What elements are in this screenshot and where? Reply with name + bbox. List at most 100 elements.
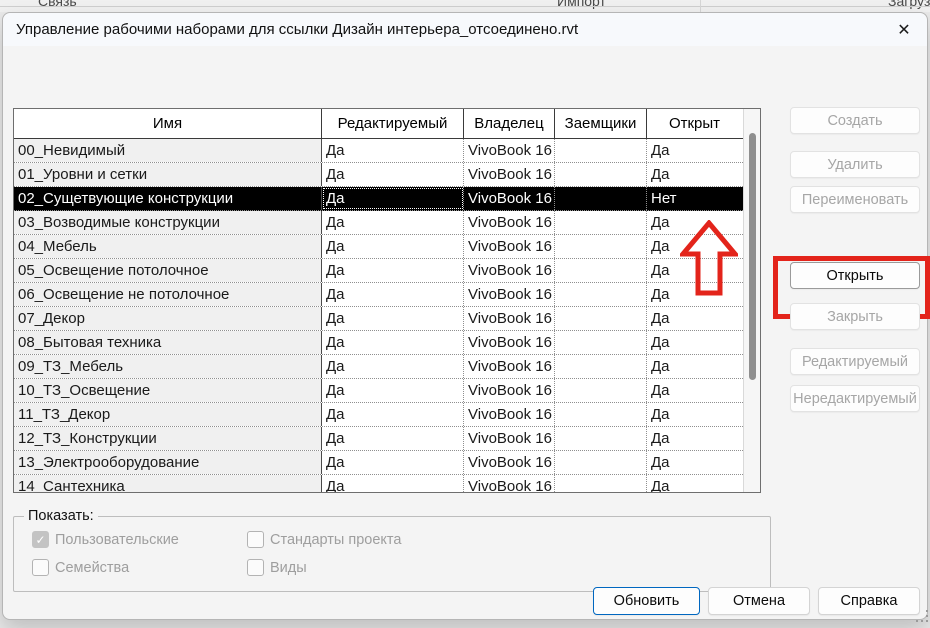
table-row[interactable]: 11_ТЗ_Декор Да VivoBook 16 Да bbox=[14, 403, 743, 427]
cell-editable[interactable]: Да bbox=[322, 259, 464, 282]
cell-editable[interactable]: Да bbox=[322, 403, 464, 426]
cell-name[interactable]: 11_ТЗ_Декор bbox=[14, 403, 322, 426]
column-header[interactable]: Заемщики bbox=[555, 109, 647, 138]
checkbox-standards-box[interactable] bbox=[247, 531, 264, 548]
checkbox-views[interactable]: Виды bbox=[247, 559, 307, 576]
cell-open[interactable]: Да bbox=[647, 331, 742, 354]
cell-borrowers[interactable] bbox=[555, 211, 647, 234]
cell-name[interactable]: 03_Возводимые конструкции bbox=[14, 211, 322, 234]
table-row[interactable]: 12_ТЗ_Конструкции Да VivoBook 16 Да bbox=[14, 427, 743, 451]
cell-open[interactable]: Да bbox=[647, 355, 742, 378]
cell-borrowers[interactable] bbox=[555, 379, 647, 402]
cell-editable[interactable]: Да bbox=[322, 379, 464, 402]
column-header[interactable]: Редактируемый bbox=[322, 109, 464, 138]
cell-editable[interactable]: Да bbox=[322, 163, 464, 186]
cell-open[interactable]: Да bbox=[647, 163, 742, 186]
cell-name[interactable]: 13_Электрооборудование bbox=[14, 451, 322, 474]
cell-owner[interactable]: VivoBook 16 bbox=[464, 139, 555, 162]
cell-name[interactable]: 01_Уровни и сетки bbox=[14, 163, 322, 186]
cell-owner[interactable]: VivoBook 16 bbox=[464, 427, 555, 450]
cell-owner[interactable]: VivoBook 16 bbox=[464, 235, 555, 258]
cell-owner[interactable]: VivoBook 16 bbox=[464, 475, 555, 492]
cell-name[interactable]: 02_Сущетвующие конструкции bbox=[14, 187, 322, 210]
checkbox-user-box[interactable]: ✓ bbox=[32, 531, 49, 548]
cell-name[interactable]: 14_Сантехника bbox=[14, 475, 322, 492]
close-icon[interactable]: ✕ bbox=[887, 15, 921, 45]
cell-owner[interactable]: VivoBook 16 bbox=[464, 331, 555, 354]
cell-open[interactable]: Да bbox=[647, 427, 742, 450]
table-row[interactable]: 01_Уровни и сетки Да VivoBook 16 Да bbox=[14, 163, 743, 187]
cell-name[interactable]: 00_Невидимый bbox=[14, 139, 322, 162]
table-row[interactable]: 02_Сущетвующие конструкции Да VivoBook 16 Н… bbox=[14, 187, 743, 211]
resize-grip[interactable] bbox=[916, 610, 929, 623]
checkbox-user[interactable]: ✓ Пользовательские bbox=[32, 531, 179, 548]
rename-button[interactable]: Переименовать bbox=[790, 186, 920, 213]
scrollbar-thumb[interactable] bbox=[749, 133, 756, 380]
cell-name[interactable]: 04_Мебель bbox=[14, 235, 322, 258]
table-scrollbar[interactable] bbox=[743, 109, 760, 492]
table-row[interactable]: 07_Декор Да VivoBook 16 Да bbox=[14, 307, 743, 331]
cell-editable[interactable]: Да bbox=[322, 139, 464, 162]
cell-owner[interactable]: VivoBook 16 bbox=[464, 403, 555, 426]
cell-owner[interactable]: VivoBook 16 bbox=[464, 259, 555, 282]
cell-owner[interactable]: VivoBook 16 bbox=[464, 307, 555, 330]
cell-open[interactable]: Да bbox=[647, 379, 742, 402]
cell-editable[interactable]: Да bbox=[322, 307, 464, 330]
column-header[interactable]: Открыт bbox=[647, 109, 742, 138]
cell-editable[interactable]: Да bbox=[322, 187, 464, 210]
create-button[interactable]: Создать bbox=[790, 107, 920, 134]
cell-name[interactable]: 08_Бытовая техника bbox=[14, 331, 322, 354]
table-row[interactable]: 03_Возводимые конструкции Да VivoBook 16 Да bbox=[14, 211, 743, 235]
cell-borrowers[interactable] bbox=[555, 187, 647, 210]
cell-owner[interactable]: VivoBook 16 bbox=[464, 163, 555, 186]
cell-name[interactable]: 10_ТЗ_Освещение bbox=[14, 379, 322, 402]
cell-name[interactable]: 06_Освещение не потолочное bbox=[14, 283, 322, 306]
cell-name[interactable]: 12_ТЗ_Конструкции bbox=[14, 427, 322, 450]
cell-borrowers[interactable] bbox=[555, 235, 647, 258]
table-row[interactable]: 08_Бытовая техника Да VivoBook 16 Да bbox=[14, 331, 743, 355]
cell-open[interactable]: Да bbox=[647, 283, 742, 306]
help-button[interactable]: Справка bbox=[818, 587, 920, 615]
cell-open[interactable]: Да bbox=[647, 451, 742, 474]
table-row[interactable]: 14_Сантехника Да VivoBook 16 Да bbox=[14, 475, 743, 492]
cell-open[interactable]: Да bbox=[647, 211, 742, 234]
cell-borrowers[interactable] bbox=[555, 331, 647, 354]
table-row[interactable]: 06_Освещение не потолочное Да VivoBook 16 Д… bbox=[14, 283, 743, 307]
dialog-titlebar[interactable]: Управление рабочими наборами для ссылки … bbox=[3, 13, 927, 46]
cell-name[interactable]: 07_Декор bbox=[14, 307, 322, 330]
cell-borrowers[interactable] bbox=[555, 259, 647, 282]
cell-borrowers[interactable] bbox=[555, 139, 647, 162]
cell-name[interactable]: 09_ТЗ_Мебель bbox=[14, 355, 322, 378]
table-row[interactable]: 10_ТЗ_Освещение Да VivoBook 16 Да bbox=[14, 379, 743, 403]
cell-borrowers[interactable] bbox=[555, 283, 647, 306]
cell-open[interactable]: Да bbox=[647, 307, 742, 330]
cell-borrowers[interactable] bbox=[555, 307, 647, 330]
cell-borrowers[interactable] bbox=[555, 475, 647, 492]
close-workset-button[interactable]: Закрыть bbox=[790, 303, 920, 330]
table-row[interactable]: 09_ТЗ_Мебель Да VivoBook 16 Да bbox=[14, 355, 743, 379]
cell-borrowers[interactable] bbox=[555, 403, 647, 426]
table-row[interactable]: 13_Электрооборудование Да VivoBook 16 Да bbox=[14, 451, 743, 475]
refresh-button[interactable]: Обновить bbox=[593, 587, 700, 615]
cell-open[interactable]: Да bbox=[647, 139, 742, 162]
column-header[interactable]: Владелец bbox=[464, 109, 555, 138]
editable-button[interactable]: Редактируемый bbox=[790, 348, 920, 375]
cancel-button[interactable]: Отмена bbox=[708, 587, 810, 615]
cell-editable[interactable]: Да bbox=[322, 235, 464, 258]
cell-owner[interactable]: VivoBook 16 bbox=[464, 211, 555, 234]
cell-open[interactable]: Да bbox=[647, 403, 742, 426]
cell-owner[interactable]: VivoBook 16 bbox=[464, 283, 555, 306]
table-row[interactable]: 05_Освещение потолочное Да VivoBook 16 Да bbox=[14, 259, 743, 283]
cell-editable[interactable]: Да bbox=[322, 427, 464, 450]
cell-owner[interactable]: VivoBook 16 bbox=[464, 379, 555, 402]
cell-editable[interactable]: Да bbox=[322, 211, 464, 234]
checkbox-families[interactable]: Семейства bbox=[32, 559, 129, 576]
cell-borrowers[interactable] bbox=[555, 427, 647, 450]
cell-borrowers[interactable] bbox=[555, 451, 647, 474]
checkbox-standards[interactable]: Стандарты проекта bbox=[247, 531, 401, 548]
table-row[interactable]: 04_Мебель Да VivoBook 16 Да bbox=[14, 235, 743, 259]
cell-editable[interactable]: Да bbox=[322, 355, 464, 378]
table-row[interactable]: 00_Невидимый Да VivoBook 16 Да bbox=[14, 139, 743, 163]
cell-editable[interactable]: Да bbox=[322, 451, 464, 474]
cell-borrowers[interactable] bbox=[555, 355, 647, 378]
